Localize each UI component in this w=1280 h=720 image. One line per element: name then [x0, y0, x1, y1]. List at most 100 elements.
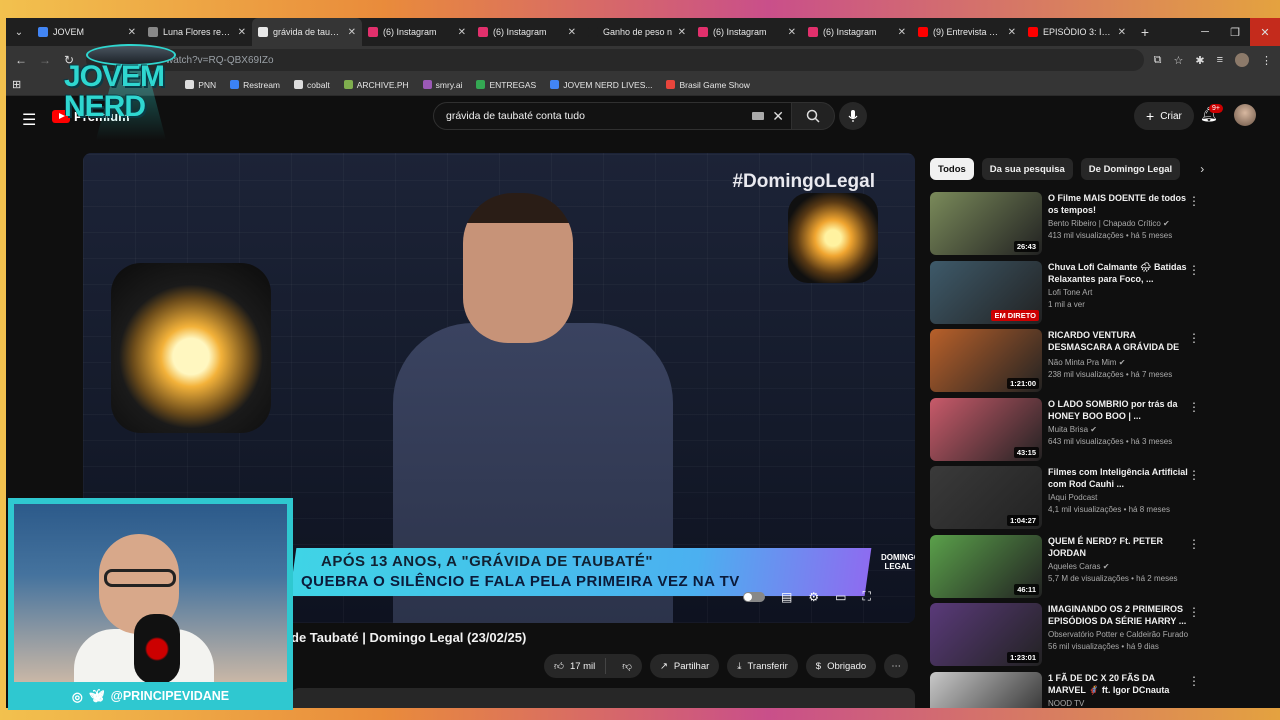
tab-close-icon[interactable]: ✕ — [1118, 27, 1126, 38]
menu-icon[interactable]: ⋮ — [1261, 54, 1272, 67]
more-options-icon[interactable]: ⋮ — [1188, 674, 1200, 688]
filter-chip[interactable]: De Domingo Legal — [1080, 158, 1181, 180]
recommendation-item[interactable]: 1 FÃ DE DC X 20 FÃS DA MARVEL 🦸 ft. Igor… — [930, 671, 1200, 708]
back-icon[interactable]: ← — [14, 53, 28, 67]
recommendation-title[interactable]: O Filme MAIS DOENTE de todos os tempos! — [1048, 192, 1200, 216]
recommendation-title[interactable]: O LADO SOMBRIO por trás da HONEY BOO BOO… — [1048, 398, 1200, 422]
recommendation-item[interactable]: 46:11 QUEM É NERD? Ft. PETER JORDAN Aque… — [930, 534, 1200, 604]
search-input[interactable]: grávida de taubaté conta tudo ✕ — [433, 102, 797, 130]
browser-tab[interactable]: grávida de taubaté ✕ — [252, 18, 362, 46]
minimize-icon[interactable]: ─ — [1190, 18, 1220, 46]
recommendation-title[interactable]: 1 FÃ DE DC X 20 FÃS DA MARVEL 🦸 ft. Igor… — [1048, 672, 1200, 696]
hamburger-menu-icon[interactable]: ☰ — [22, 110, 36, 130]
fullscreen-icon[interactable]: ⛶ — [862, 589, 870, 604]
share-button[interactable]: ↗ Partilhar — [649, 654, 720, 678]
video-thumbnail[interactable]: 1:23:01 — [930, 603, 1042, 666]
recommendation-channel[interactable]: Muita Brisa ✔ — [1048, 425, 1200, 434]
extensions-icon[interactable]: ✱ — [1195, 54, 1204, 67]
recommendation-title[interactable]: RICARDO VENTURA DESMASCARA A GRÁVIDA DE … — [1048, 329, 1200, 355]
tab-close-icon[interactable]: ✕ — [678, 27, 686, 38]
like-button[interactable]: 👍︎ 17 mil — [544, 658, 607, 674]
account-avatar[interactable] — [1234, 104, 1256, 126]
more-actions-button[interactable]: ⋯ — [884, 654, 909, 678]
filter-chip[interactable]: Da sua pesquisa — [981, 158, 1073, 180]
recommendation-item[interactable]: 26:43 O Filme MAIS DOENTE de todos os te… — [930, 192, 1200, 261]
bookmark-item[interactable]: ENTREGAS — [476, 80, 536, 90]
browser-tab[interactable]: (6) Instagram ✕ — [472, 18, 582, 46]
recommendation-channel[interactable]: IAqui Podcast — [1048, 493, 1200, 502]
theater-mode-icon[interactable]: ▭ — [835, 590, 846, 604]
forward-icon[interactable]: → — [38, 53, 52, 67]
chevron-right-icon[interactable]: › — [1200, 162, 1204, 176]
recommendation-item[interactable]: 1:04:27 Filmes com Inteligência Artifici… — [930, 466, 1200, 535]
filter-chip[interactable]: Todos — [930, 158, 974, 180]
bookmark-item[interactable]: smry.ai — [422, 80, 462, 90]
tab-close-icon[interactable]: ✕ — [238, 27, 246, 38]
apps-icon[interactable]: ⊞ — [12, 78, 21, 91]
thanks-button[interactable]: $ Obrigado — [805, 654, 877, 678]
video-thumbnail[interactable]: 43:15 — [930, 397, 1042, 461]
restore-icon[interactable]: ❐ — [1220, 18, 1250, 46]
tab-close-icon[interactable]: ✕ — [898, 27, 906, 38]
video-thumbnail[interactable]: EM DIRETO — [930, 260, 1042, 324]
recommendation-channel[interactable]: Não Minta Pra Mim ✔ — [1048, 358, 1200, 367]
search-button[interactable] — [791, 102, 835, 130]
more-options-icon[interactable]: ⋮ — [1188, 331, 1200, 345]
video-thumbnail[interactable] — [930, 671, 1042, 708]
browser-tab[interactable]: (9) Entrevista excl ✕ — [912, 18, 1022, 46]
more-options-icon[interactable]: ⋮ — [1188, 194, 1200, 208]
bookmark-star-icon[interactable]: ☆ — [1173, 54, 1183, 67]
tab-close-icon[interactable]: ✕ — [568, 27, 576, 38]
more-options-icon[interactable]: ⋮ — [1188, 468, 1200, 482]
create-button[interactable]: + Criar — [1134, 102, 1194, 130]
more-options-icon[interactable]: ⋮ — [1188, 605, 1200, 619]
bookmark-item[interactable]: Restream — [230, 80, 280, 90]
recommendation-channel[interactable]: Observatório Potter e Caldeirão Furado — [1048, 630, 1200, 639]
recommendation-item[interactable]: 1:23:01 IMAGINANDO OS 2 PRIMEIROS EPISÓD… — [930, 603, 1200, 672]
tab-close-icon[interactable]: ✕ — [458, 27, 466, 38]
recommendation-channel[interactable]: NOOD TV — [1048, 699, 1200, 708]
recommendation-channel[interactable]: Lofi Tone Art — [1048, 288, 1200, 297]
bookmark-item[interactable]: ARCHIVE.PH — [343, 80, 409, 90]
browser-tab[interactable]: (6) Instagram ✕ — [692, 18, 802, 46]
video-thumbnail[interactable]: 26:43 — [930, 192, 1042, 255]
clear-search-icon[interactable]: ✕ — [772, 108, 784, 125]
recommendation-title[interactable]: Chuva Lofi Calmante 🌧 Batidas Relaxantes… — [1048, 261, 1200, 285]
omnibox[interactable]: watch?v=RQ-QBX69IZo — [86, 49, 1144, 71]
dislike-button[interactable]: 👎︎ — [612, 660, 642, 672]
profile-avatar[interactable] — [1235, 53, 1249, 67]
recommendation-item[interactable]: 43:15 O LADO SOMBRIO por trás da HONEY B… — [930, 397, 1200, 467]
more-options-icon[interactable]: ⋮ — [1188, 400, 1200, 414]
bookmark-item[interactable]: cobalt — [294, 80, 330, 90]
media-icon[interactable]: ≡ — [1217, 54, 1223, 66]
settings-gear-icon[interactable]: ⚙ — [808, 590, 819, 604]
browser-tab[interactable]: (6) Instagram ✕ — [362, 18, 472, 46]
recommendation-title[interactable]: IMAGINANDO OS 2 PRIMEIROS EPISÓDIOS DA S… — [1048, 603, 1200, 627]
recommendation-channel[interactable]: Aqueles Caras ✔ — [1048, 562, 1200, 571]
recommendation-channel[interactable]: Bento Ribeiro | Chapado Crítico ✔ — [1048, 219, 1200, 228]
browser-tab[interactable]: Ganho de peso n ✕ — [582, 18, 692, 46]
bookmark-item[interactable]: JOVEM NERD LIVES... — [550, 80, 652, 90]
bookmark-item[interactable]: Brasil Game Show — [666, 80, 750, 90]
more-options-icon[interactable]: ⋮ — [1188, 263, 1200, 277]
description-box[interactable] — [291, 688, 915, 708]
voice-search-button[interactable] — [839, 102, 867, 130]
video-thumbnail[interactable]: 46:11 — [930, 534, 1042, 598]
recommendation-item[interactable]: EM DIRETO Chuva Lofi Calmante 🌧 Batidas … — [930, 260, 1200, 330]
install-icon[interactable]: ⧉ — [1154, 54, 1162, 67]
more-options-icon[interactable]: ⋮ — [1188, 537, 1200, 551]
tab-search-button[interactable]: ⌄ — [6, 27, 32, 38]
close-window-icon[interactable]: ✕ — [1250, 18, 1280, 46]
tab-close-icon[interactable]: ✕ — [128, 27, 136, 38]
new-tab-button[interactable]: + — [1132, 24, 1158, 40]
subtitles-icon[interactable]: ▤ — [781, 590, 792, 604]
tab-close-icon[interactable]: ✕ — [788, 27, 796, 38]
tab-close-icon[interactable]: ✕ — [348, 27, 356, 38]
browser-tab[interactable]: EPISÓDIO 3: Inici ✕ — [1022, 18, 1132, 46]
recommendation-title[interactable]: QUEM É NERD? Ft. PETER JORDAN — [1048, 535, 1200, 559]
download-button[interactable]: ⤓ Transferir — [727, 654, 798, 678]
video-thumbnail[interactable]: 1:04:27 — [930, 466, 1042, 529]
autoplay-toggle[interactable] — [743, 591, 765, 602]
browser-tab[interactable]: (6) Instagram ✕ — [802, 18, 912, 46]
recommendation-item[interactable]: 1:21:00 RICARDO VENTURA DESMASCARA A GRÁ… — [930, 329, 1200, 398]
